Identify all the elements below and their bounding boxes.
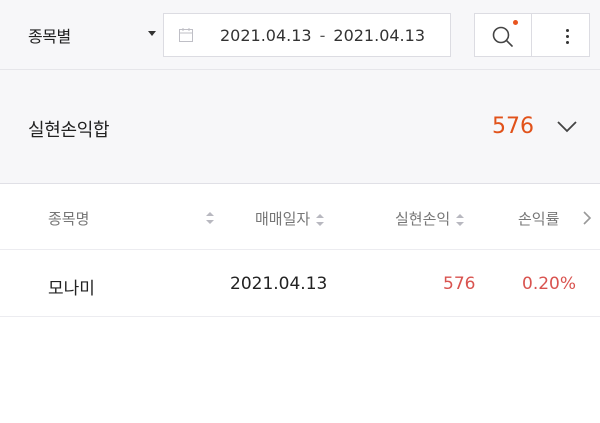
more-vertical-icon-dot xyxy=(566,41,569,44)
stock-type-dropdown[interactable]: 종목별 xyxy=(0,12,162,58)
column-header-rate[interactable]: 손익률 xyxy=(518,208,559,229)
cell-trade-date: 2021.04.13 xyxy=(230,274,328,294)
realized-profit-summary: 실현손익합 576 xyxy=(0,70,600,184)
table-row[interactable]: 모나미 2021.04.13 576 0.20% xyxy=(0,251,600,317)
column-header-label: 손익률 xyxy=(518,210,560,228)
chevron-down-icon[interactable] xyxy=(556,120,578,134)
date-start: 2021.04.13 xyxy=(220,26,312,45)
search-icon xyxy=(492,26,513,47)
caret-down-icon xyxy=(148,31,156,36)
summary-title: 실현손익합 xyxy=(28,120,110,141)
column-header-label: 실현손익 xyxy=(395,210,451,228)
cell-profit-rate: 0.20% xyxy=(522,274,577,294)
table-header: 종목명 매매일자 실현손익 손익률 xyxy=(0,185,600,250)
column-header-label: 매매일자 xyxy=(255,210,311,228)
notification-dot xyxy=(513,20,518,25)
column-header-profit[interactable]: 실현손익 xyxy=(395,208,465,229)
search-button[interactable] xyxy=(474,13,532,57)
sort-icon xyxy=(456,213,465,226)
column-header-date[interactable]: 매매일자 xyxy=(255,208,325,229)
summary-value: 576 xyxy=(492,114,534,139)
more-vertical-icon-dot xyxy=(566,35,569,38)
column-header-label: 종목명 xyxy=(48,210,90,228)
sort-icon[interactable] xyxy=(206,212,214,224)
date-range-picker[interactable]: 2021.04.13-2021.04.13 xyxy=(163,13,451,57)
cell-stock-name: 모나미 xyxy=(48,279,95,299)
more-menu-button[interactable] xyxy=(532,13,590,57)
date-separator: - xyxy=(319,26,326,45)
calendar-icon xyxy=(179,28,193,42)
date-range-text: 2021.04.13-2021.04.13 xyxy=(220,26,425,45)
cell-realized-profit: 576 xyxy=(443,274,476,294)
chevron-right-icon[interactable] xyxy=(582,211,592,225)
sort-icon xyxy=(316,213,325,226)
filter-bar: 종목별 2021.04.13-2021.04.13 xyxy=(0,0,600,70)
stock-type-label: 종목별 xyxy=(28,27,71,46)
more-vertical-icon xyxy=(566,29,569,32)
date-end: 2021.04.13 xyxy=(333,26,425,45)
column-header-name[interactable]: 종목명 xyxy=(48,208,89,229)
